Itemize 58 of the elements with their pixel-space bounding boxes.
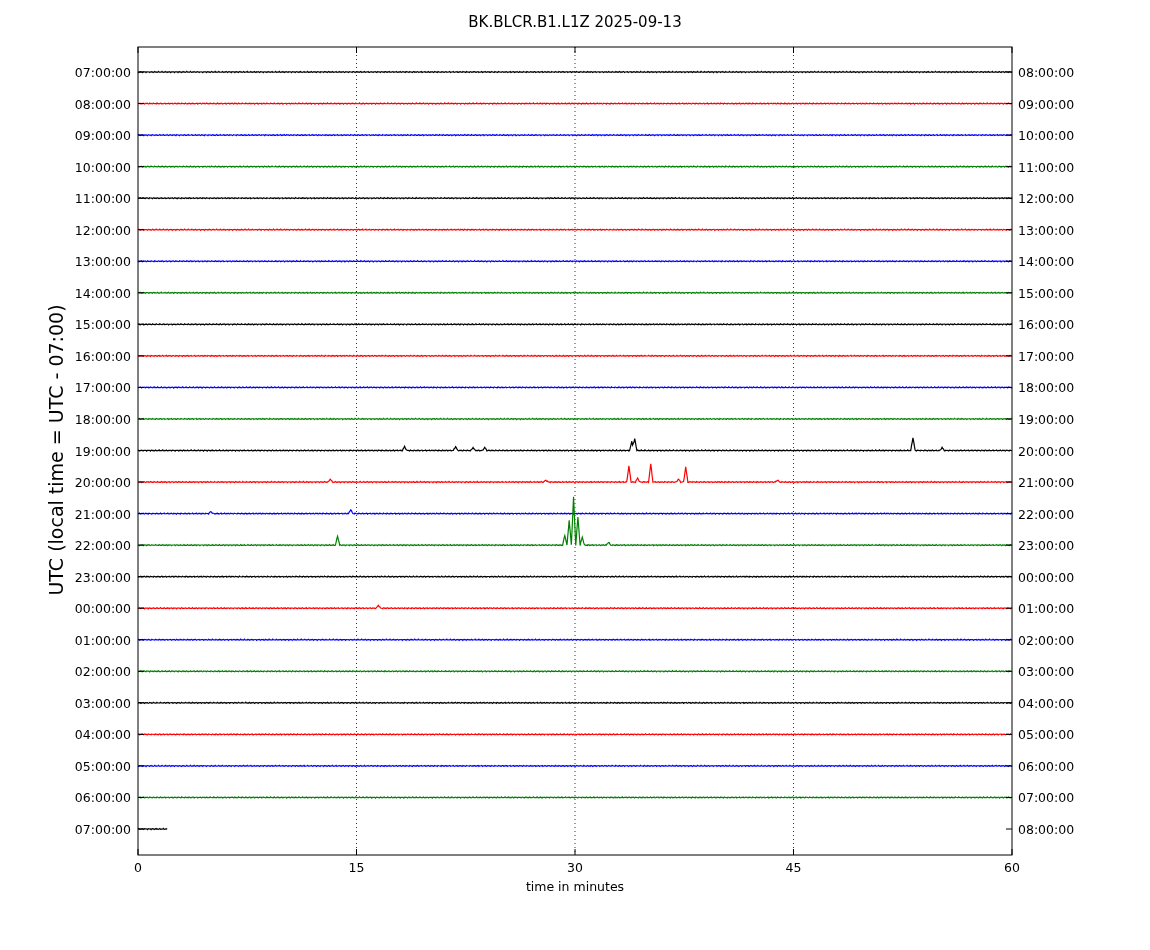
x-tick-label: 0 bbox=[134, 860, 142, 875]
hour-label: 20:00:00 bbox=[1018, 443, 1075, 459]
hour-label: 09:00:00 bbox=[74, 128, 131, 144]
hour-label: 00:00:00 bbox=[74, 601, 131, 617]
hour-label: 07:00:00 bbox=[1018, 790, 1075, 806]
hour-label: 18:00:00 bbox=[1018, 380, 1075, 396]
hour-label: 08:00:00 bbox=[1018, 65, 1075, 80]
hour-label: 04:00:00 bbox=[1018, 695, 1075, 711]
hour-label: 10:00:00 bbox=[1018, 128, 1075, 144]
hour-label: 22:00:00 bbox=[1018, 506, 1075, 522]
hour-label: 01:00:00 bbox=[1018, 601, 1075, 617]
chart-title: BK.BLCR.B1.L1Z 2025-09-13 bbox=[468, 13, 682, 31]
hour-label: 03:00:00 bbox=[1018, 664, 1075, 680]
hour-label: 05:00:00 bbox=[1018, 727, 1075, 743]
hour-label: 00:00:00 bbox=[1018, 569, 1075, 585]
hour-label: 21:00:00 bbox=[74, 506, 131, 522]
hour-label: 15:00:00 bbox=[1018, 285, 1075, 301]
hour-label: 23:00:00 bbox=[1018, 538, 1075, 554]
hour-label: 21:00:00 bbox=[1018, 475, 1075, 491]
x-tick-label: 60 bbox=[1004, 860, 1020, 875]
hour-label: 17:00:00 bbox=[1018, 348, 1075, 364]
hour-label: 15:00:00 bbox=[74, 317, 131, 333]
hour-label: 02:00:00 bbox=[74, 664, 131, 680]
hour-label: 14:00:00 bbox=[74, 285, 131, 301]
hour-label: 06:00:00 bbox=[74, 790, 131, 806]
hour-label: 04:00:00 bbox=[74, 727, 131, 743]
hour-label: 09:00:00 bbox=[1018, 96, 1075, 112]
hour-label: 13:00:00 bbox=[1018, 222, 1075, 238]
hour-label: 14:00:00 bbox=[1018, 254, 1075, 270]
hour-label: 19:00:00 bbox=[1018, 411, 1075, 427]
hour-label: 08:00:00 bbox=[74, 96, 131, 112]
x-tick-label: 30 bbox=[567, 860, 583, 875]
hour-label: 16:00:00 bbox=[1018, 317, 1075, 333]
hour-label: 17:00:00 bbox=[74, 380, 131, 396]
hour-label: 03:00:00 bbox=[74, 695, 131, 711]
hour-label: 11:00:00 bbox=[74, 191, 131, 207]
y-axis-label: UTC (local time = UTC - 07:00) bbox=[45, 304, 67, 596]
hour-label: 01:00:00 bbox=[74, 632, 131, 648]
hour-label: 19:00:00 bbox=[74, 443, 131, 459]
hour-label: 02:00:00 bbox=[1018, 632, 1075, 648]
hour-label: 23:00:00 bbox=[74, 569, 131, 585]
hour-label: 11:00:00 bbox=[1018, 159, 1075, 175]
hour-label: 06:00:00 bbox=[1018, 758, 1075, 774]
x-tick-label: 45 bbox=[785, 860, 802, 875]
hour-label: 07:00:00 bbox=[74, 65, 131, 80]
hour-label: 08:00:00 bbox=[1018, 822, 1075, 837]
hour-label: 05:00:00 bbox=[74, 758, 131, 774]
hour-label: 20:00:00 bbox=[74, 475, 131, 491]
x-tick-label: 15 bbox=[348, 860, 365, 875]
hour-label: 10:00:00 bbox=[74, 159, 131, 175]
hour-label: 18:00:00 bbox=[74, 411, 131, 427]
hour-label: 12:00:00 bbox=[74, 222, 131, 238]
hour-label: 07:00:00 bbox=[74, 822, 131, 837]
x-axis-label: time in minutes bbox=[525, 879, 625, 894]
hour-label: 13:00:00 bbox=[74, 254, 131, 270]
hour-label: 12:00:00 bbox=[1018, 191, 1075, 207]
hour-label: 16:00:00 bbox=[74, 348, 131, 364]
hour-label: 22:00:00 bbox=[74, 538, 131, 554]
